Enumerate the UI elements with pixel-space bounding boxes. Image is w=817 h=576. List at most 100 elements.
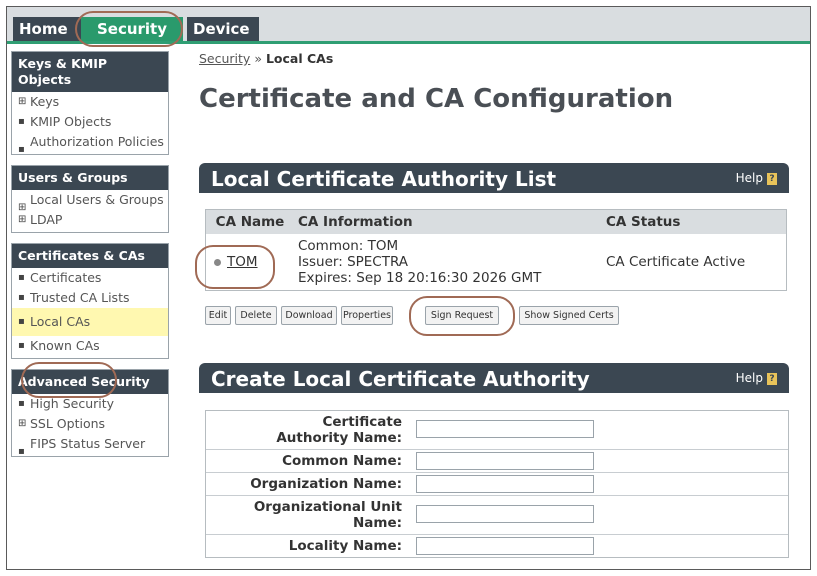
top-nav: Home Security Device (7, 7, 810, 47)
delete-button[interactable]: Delete (235, 306, 277, 325)
bullet-icon: ▪ (18, 340, 25, 351)
sidebar-item-local-cas[interactable]: ▪ Local CAs (12, 308, 168, 336)
sidebar-item-fips-status[interactable]: ▪ FIPS Status Server (12, 434, 168, 457)
sidebar-heading: Advanced Security (12, 370, 168, 394)
show-signed-certs-button[interactable]: Show Signed Certs (519, 306, 619, 325)
sidebar-section-advanced: Advanced Security ▪ High Security ⊞ SSL Op… (11, 369, 169, 457)
help-link[interactable]: Help? (736, 171, 777, 185)
sidebar-item-known-cas[interactable]: ▪ Known CAs (12, 336, 168, 358)
bullet-icon: ▪ (18, 272, 25, 283)
sidebar-heading: Keys & KMIP Objects (12, 52, 168, 92)
sidebar-item-label: Certificates (30, 270, 102, 285)
sidebar-item-kmip-objects[interactable]: ▪ KMIP Objects (12, 112, 168, 132)
organization-name-input[interactable] (416, 475, 594, 493)
organizational-unit-input[interactable] (416, 505, 594, 523)
ca-info-cell: Common: TOM Issuer: SPECTRA Expires: Sep… (294, 234, 602, 291)
form-label: Organization Name: (250, 476, 402, 492)
form-row: Locality Name: (206, 535, 788, 557)
ca-name-cell: TOM (206, 234, 295, 291)
tab-device[interactable]: Device (187, 17, 259, 41)
create-ca-header: Create Local Certificate Authority Help? (199, 363, 789, 393)
sign-request-button[interactable]: Sign Request (425, 306, 499, 325)
ca-status-cell: CA Certificate Active (606, 254, 746, 270)
sidebar-item-label: Local Users & Groups (30, 192, 164, 207)
sidebar-item-ssl-options[interactable]: ⊞ SSL Options (12, 414, 168, 434)
edit-button[interactable]: Edit (205, 306, 231, 325)
ca-list-header: Local Certificate Authority List Help? (199, 163, 789, 193)
page-title: Certificate and CA Configuration (199, 84, 674, 114)
sidebar-item-authorization-policies[interactable]: ▪ Authorization Policies (12, 132, 168, 155)
sidebar-item-label: Keys (30, 94, 60, 109)
bullet-icon: ▪ (18, 446, 25, 457)
section-title: Local Certificate Authority List (211, 167, 557, 191)
help-icon: ? (767, 172, 777, 185)
locality-name-input[interactable] (416, 537, 594, 555)
breadcrumb-separator: » (254, 51, 262, 66)
sidebar-section-keys: Keys & KMIP Objects ⊞ Keys ▪ KMIP Objects … (11, 51, 169, 155)
form-row: Certificate Authority Name: (206, 411, 788, 450)
bullet-icon: ▪ (18, 292, 25, 303)
tab-home[interactable]: Home (13, 17, 85, 41)
sidebar-item-label: Known CAs (30, 338, 100, 353)
breadcrumb-current: Local CAs (265, 51, 334, 66)
expand-icon: ⊞ (18, 214, 27, 225)
sidebar-item-ldap[interactable]: ⊞ LDAP (12, 210, 168, 232)
sidebar-item-high-security[interactable]: ▪ High Security (12, 394, 168, 414)
sidebar-item-label: LDAP (30, 212, 63, 227)
sidebar-item-trusted-ca-lists[interactable]: ▪ Trusted CA Lists (12, 288, 168, 308)
breadcrumb: Security » Local CAs (199, 51, 789, 66)
ca-name-input[interactable] (416, 420, 594, 438)
sidebar-heading: Users & Groups (12, 166, 168, 190)
form-label: Certificate Authority Name: (276, 414, 402, 446)
form-row: Common Name: (206, 450, 788, 473)
sidebar-item-keys[interactable]: ⊞ Keys (12, 92, 168, 112)
sidebar-item-certificates[interactable]: ▪ Certificates (12, 268, 168, 288)
section-title: Create Local Certificate Authority (211, 367, 590, 391)
radio-button[interactable] (214, 258, 221, 266)
sidebar-item-label: Trusted CA Lists (30, 290, 130, 305)
download-button[interactable]: Download (281, 306, 337, 325)
ca-name-link[interactable]: TOM (227, 254, 258, 270)
column-header: CA Name (205, 209, 294, 234)
sidebar-item-label: FIPS Status Server (30, 436, 146, 451)
help-label: Help (735, 171, 763, 185)
sidebar-item-label: Authorization Policies (30, 134, 164, 149)
ca-info-expires: Expires: Sep 18 20:16:30 2026 GMT (298, 270, 542, 286)
breadcrumb-link-security[interactable]: Security (199, 51, 250, 66)
sidebar-item-label: High Security (30, 396, 115, 411)
bullet-icon: ▪ (18, 144, 25, 155)
expand-icon: ⊞ (18, 418, 27, 429)
bullet-icon: ▪ (18, 116, 25, 127)
form-label: Organizational Unit Name: (253, 499, 402, 531)
sidebar-item-label: KMIP Objects (30, 114, 112, 129)
form-row: Organization Name: (206, 473, 788, 496)
ca-info-common: Common: TOM (298, 238, 399, 254)
main-content: Security » Local CAs Certificate and CA … (195, 51, 789, 558)
ca-info-issuer: Issuer: SPECTRA (298, 254, 409, 270)
common-name-input[interactable] (416, 452, 594, 470)
help-icon: ? (767, 372, 777, 385)
ca-list-table: CA Name CA Information CA Status TOM Com… (205, 209, 787, 291)
help-label: Help (735, 371, 763, 385)
properties-button[interactable]: Properties (341, 306, 393, 325)
sidebar-section-users: Users & Groups ⊞ Local Users & Groups ⊞ LD… (11, 165, 169, 233)
sidebar-item-label: SSL Options (30, 416, 106, 431)
create-ca-form: Certificate Authority Name: Common Name:… (205, 410, 789, 558)
sidebar-item-local-users[interactable]: ⊞ Local Users & Groups (12, 190, 168, 213)
help-link[interactable]: Help? (736, 371, 777, 385)
sidebar: Keys & KMIP Objects ⊞ Keys ▪ KMIP Objects … (11, 51, 169, 467)
form-label: Locality Name: (288, 538, 402, 554)
expand-icon: ⊞ (18, 96, 27, 107)
form-label: Common Name: (282, 453, 402, 469)
sidebar-heading: Certificates & CAs (12, 244, 168, 268)
table-header-row: CA Name CA Information CA Status (205, 209, 787, 234)
bullet-icon: ▪ (18, 316, 25, 327)
column-header: CA Information (294, 209, 602, 234)
table-row: TOM Common: TOM Issuer: SPECTRA Expires:… (206, 234, 787, 291)
bullet-icon: ▪ (18, 398, 25, 409)
tab-security[interactable]: Security (81, 17, 183, 41)
form-row: Organizational Unit Name: (206, 496, 788, 535)
browser-frame: Home Security Device Keys & KMIP Objects… (6, 6, 811, 570)
sidebar-section-certificates: Certificates & CAs ▪ Certificates ▪ Truste… (11, 243, 169, 359)
sidebar-item-label: Local CAs (30, 314, 91, 329)
